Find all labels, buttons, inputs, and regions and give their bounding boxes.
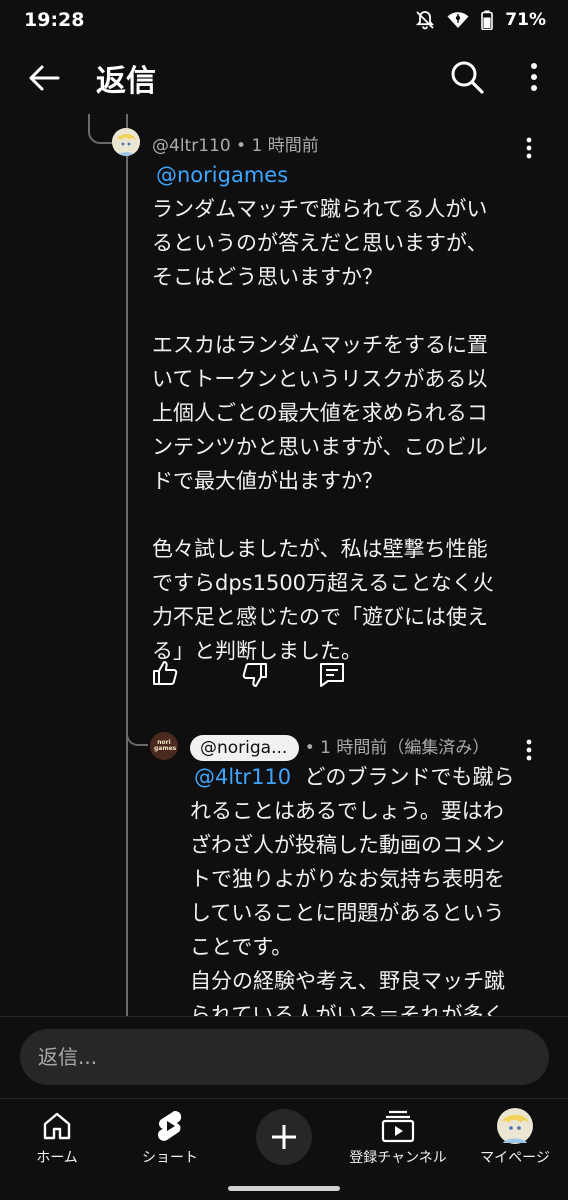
text-line: ドで最大値が出ますか？ [152,469,383,493]
nav-home[interactable]: ホーム [22,1099,92,1179]
text-line: れることはあるでしょう。要はわ [190,799,504,823]
reply-bar [0,1016,568,1098]
comment-icon [320,663,344,687]
text-line: ざわざ人が投稿した動画のコメン [190,833,505,857]
reply-body: @4ltr110 どのブランドでも蹴ら れることはあるでしょう。要はわ ざわざ人… [190,760,530,1032]
home-icon [43,1112,71,1140]
status-time: 19:28 [24,9,85,31]
reply-time: 1 時間前（編集済み） [320,738,490,758]
text-line: 自分の経験や考え、野良マッチ蹴 [190,969,505,993]
more-vert-icon [526,739,532,761]
nav-home-label: ホーム [36,1150,78,1166]
comment-time: 1 時間前 [251,136,319,156]
thread-connector-reply [126,708,148,746]
text-line: ンテンツかと思いますが、このビル [152,435,488,459]
more-vert-icon [531,63,537,91]
reply-author-chip[interactable]: @noriga... [190,735,300,761]
anime-avatar-icon [112,128,140,156]
mute-bell-icon [415,10,435,30]
text-line: 力不足と感じたので「遊びには使え [152,605,488,629]
nav-shorts-label: ショート [142,1150,198,1166]
nav-subscriptions[interactable]: 登録チャンネル [336,1099,460,1179]
text-line: ランダムマッチで蹴られてる人がい [152,197,488,221]
like-button[interactable] [148,656,182,690]
reply-button[interactable] [315,658,349,692]
home-indicator [228,1186,340,1191]
reply-input[interactable] [20,1029,549,1085]
mention-link[interactable]: @4ltr110 [190,765,291,789]
comment-author[interactable]: @4ltr110 [152,136,231,156]
thread-connector-top [88,114,112,144]
avatar[interactable] [112,128,140,156]
reply-meta: @noriga... • 1 時間前（編集済み） [190,733,489,761]
more-vert-icon [526,137,532,159]
nav-subscriptions-label: 登録チャンネル [349,1150,447,1166]
text-line: どのブランドでも蹴ら [304,765,515,789]
shorts-icon [158,1111,182,1141]
create-button[interactable] [256,1109,312,1165]
dislike-button[interactable] [238,658,272,692]
text-line: いてトークンというリスクがある以 [152,367,488,391]
text-line: そこはどう思いますか？ [152,265,383,289]
status-icons: 71% [415,10,546,30]
nav-you[interactable]: マイページ [468,1099,562,1179]
plus-icon [272,1125,296,1149]
text-line: 上個人ごとの最大値を求められるコ [152,401,488,425]
nav-shorts[interactable]: ショート [130,1099,210,1179]
battery-percent: 71% [505,10,546,30]
arrow-left-icon [29,65,60,91]
back-button[interactable] [26,60,62,96]
text-line: トで独りよがりなお気持ち表明を [190,867,505,891]
avatar-logo-text: nori games [154,739,177,752]
text-line: ですらdps1500万超えることなく火 [152,571,494,595]
text-line: エスカはランダムマッチをするに置 [152,333,488,357]
search-button[interactable] [448,58,486,96]
wifi-icon [447,11,469,29]
more-options-button[interactable] [520,58,548,96]
text-line: していることに問題があるという [190,901,505,925]
comment-meta: @4ltr110 • 1 時間前 [152,136,319,156]
search-icon [451,61,484,94]
comment-body: @norigames ランダムマッチで蹴られてる人がい るというのが答えだと思い… [152,158,532,668]
text-line: 色々試しましたが、私は壁撃ち性能 [152,537,488,561]
nav-you-label: マイページ [480,1150,550,1166]
thumbs-up-icon [153,661,178,685]
profile-avatar-icon [497,1108,533,1144]
thread-line-main [126,114,128,1016]
subscriptions-icon [381,1110,415,1143]
mention-link[interactable]: @norigames [156,163,288,187]
status-bar: 19:28 71% [0,0,568,40]
text-line: るというのが答えだと思いますが、 [152,231,488,255]
battery-icon [481,10,494,30]
reply-avatar[interactable]: nori games [150,732,178,760]
thumbs-down-icon [242,663,267,687]
page-title: 返信 [96,64,156,99]
app-bar: 返信 [0,40,568,114]
text-line: ことです。 [190,935,293,959]
bottom-nav: ホーム ショート 登録チャンネル マイページ [0,1098,568,1178]
